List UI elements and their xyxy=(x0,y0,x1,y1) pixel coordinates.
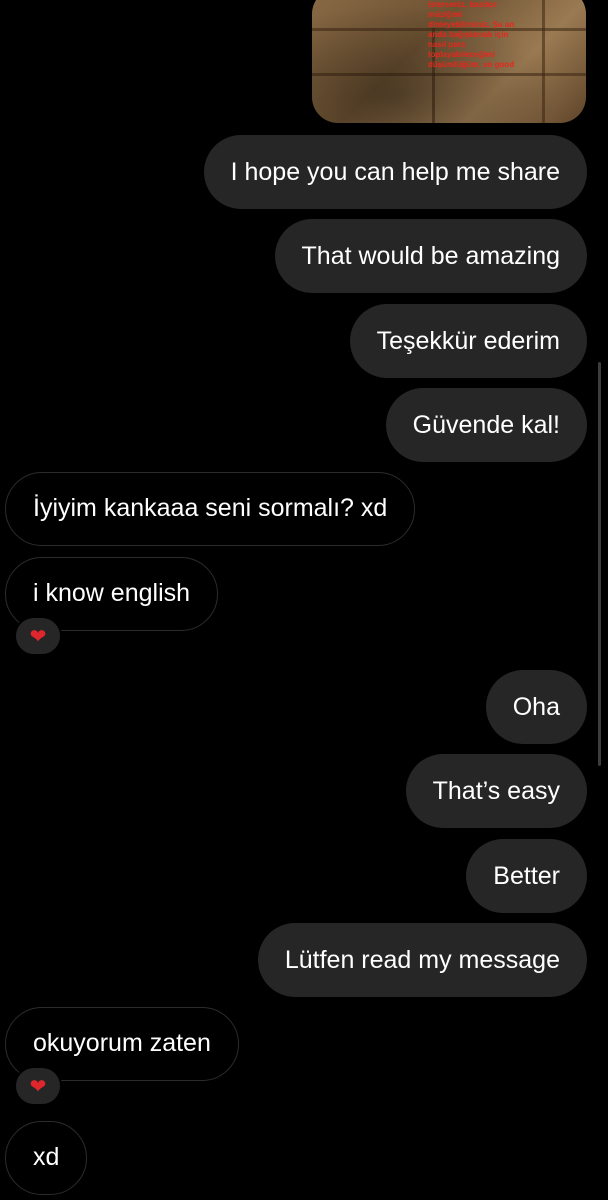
heart-reaction-icon[interactable]: ❤ xyxy=(14,616,62,656)
media-caption-text: isterseniz, basitçe müziğimi dinleyebili… xyxy=(428,0,515,69)
message-text: That would be amazing xyxy=(301,242,560,270)
shared-media-thumbnail[interactable]: isterseniz, basitçe müziğimi dinleyebili… xyxy=(312,0,586,123)
message-text: I hope you can help me share xyxy=(230,158,560,186)
message-bubble-sent[interactable]: Better xyxy=(466,839,587,913)
message-bubble-sent[interactable]: Lütfen read my message xyxy=(257,923,587,997)
message-text: İyiyim kankaaa seni sormalı? xd xyxy=(33,494,388,522)
message-text: xd xyxy=(33,1143,60,1171)
message-text: Oha xyxy=(512,693,560,721)
message-bubble-sent[interactable]: Güvende kal! xyxy=(385,388,587,462)
message-text: okuyorum zaten xyxy=(33,1029,211,1057)
message-text: Lütfen read my message xyxy=(284,946,560,974)
message-text: Teşekkür ederim xyxy=(376,327,560,355)
message-text: That’s easy xyxy=(432,777,560,805)
message-bubble-sent[interactable]: Teşekkür ederim xyxy=(349,304,587,378)
message-text: i know english xyxy=(33,579,191,607)
scrollbar[interactable] xyxy=(598,362,601,766)
message-bubble-received[interactable]: xd xyxy=(5,1121,88,1195)
message-bubble-received[interactable]: İyiyim kankaaa seni sormalı? xd xyxy=(5,472,416,546)
heart-reaction-icon[interactable]: ❤ xyxy=(14,1066,62,1106)
message-bubble-sent[interactable]: Oha xyxy=(485,670,587,744)
message-bubble-sent[interactable]: That would be amazing xyxy=(274,219,587,293)
message-text: Güvende kal! xyxy=(412,411,560,439)
message-text: Better xyxy=(493,862,560,890)
message-bubble-sent[interactable]: That’s easy xyxy=(405,754,587,828)
message-bubble-sent[interactable]: I hope you can help me share xyxy=(203,135,587,209)
